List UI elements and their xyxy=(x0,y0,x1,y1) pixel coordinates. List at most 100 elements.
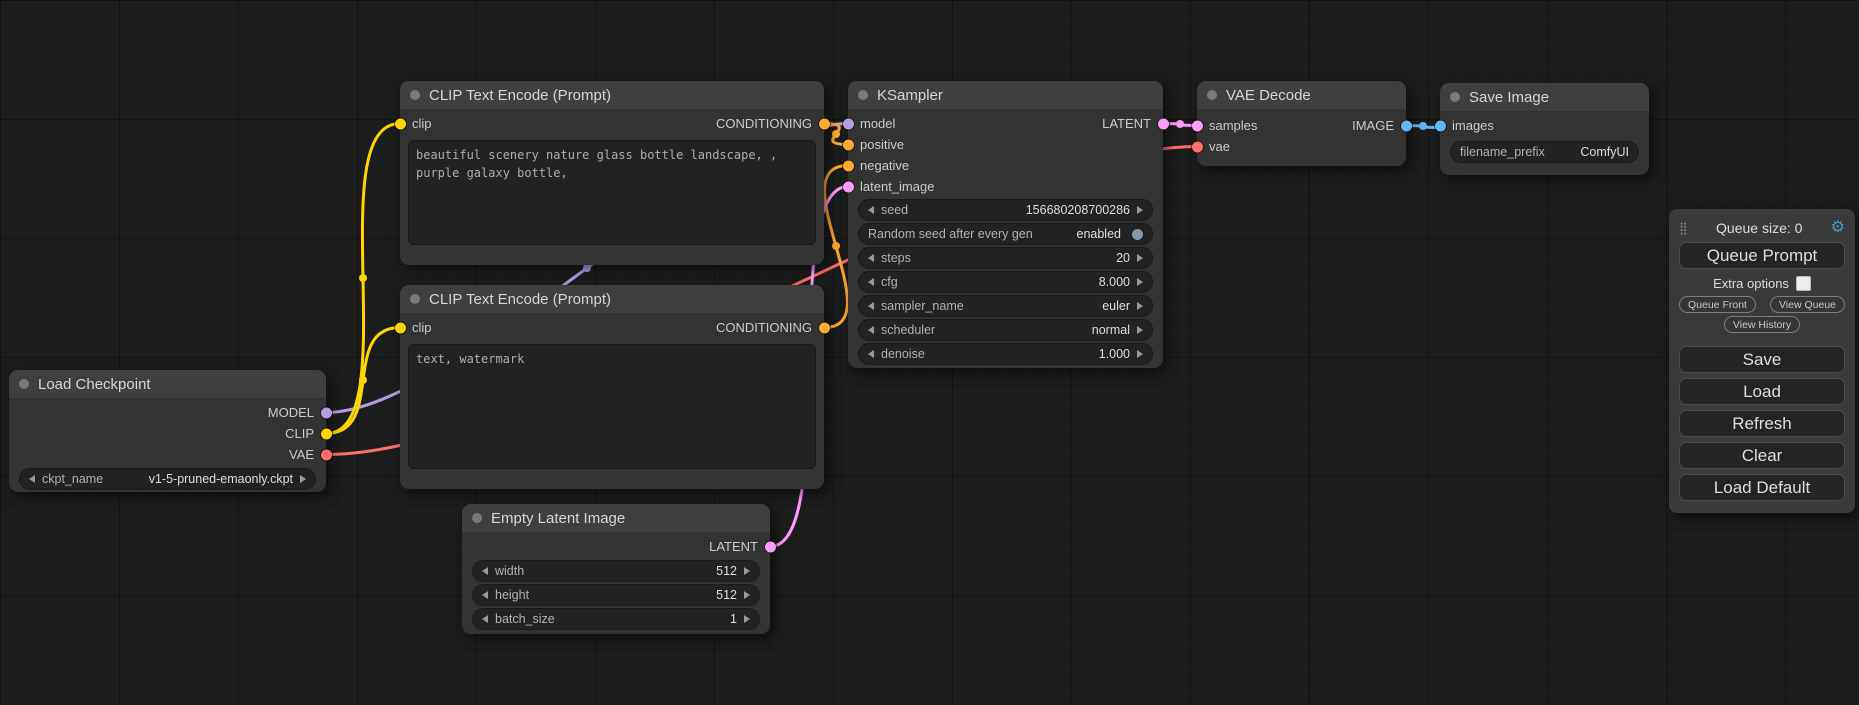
widget-label: scheduler xyxy=(881,323,935,337)
decrement-arrow-icon[interactable] xyxy=(482,591,488,599)
decrement-arrow-icon[interactable] xyxy=(868,206,874,214)
random-seed-widget[interactable]: Random seed after every gen enabled xyxy=(858,223,1153,245)
link-midpoint-dot xyxy=(832,130,840,138)
drag-handle-icon[interactable]: ⣿ xyxy=(1679,221,1688,235)
node-load-checkpoint[interactable]: Load Checkpoint MODEL CLIP VAE ckpt_name… xyxy=(9,370,326,492)
input-label-images: images xyxy=(1452,118,1494,133)
node-vae-decode[interactable]: VAE Decode samples IMAGE vae xyxy=(1197,81,1406,166)
width-widget[interactable]: width 512 xyxy=(472,560,760,582)
height-widget[interactable]: height 512 xyxy=(472,584,760,606)
node-collapse-dot-icon[interactable] xyxy=(472,513,482,523)
decrement-arrow-icon[interactable] xyxy=(868,350,874,358)
decrement-arrow-icon[interactable] xyxy=(482,615,488,623)
port-clip-output[interactable] xyxy=(321,428,332,439)
node-clip-text-encode-positive[interactable]: CLIP Text Encode (Prompt) clip CONDITION… xyxy=(400,81,824,265)
node-collapse-dot-icon[interactable] xyxy=(19,379,29,389)
refresh-button[interactable]: Refresh xyxy=(1679,410,1845,437)
link-midpoint-dot xyxy=(1419,122,1427,130)
decrement-arrow-icon[interactable] xyxy=(482,567,488,575)
node-title: KSampler xyxy=(877,87,943,104)
node-header[interactable]: CLIP Text Encode (Prompt) xyxy=(400,285,824,313)
port-latent-output[interactable] xyxy=(1158,118,1169,129)
node-ksampler[interactable]: KSampler model LATENT positive negative … xyxy=(848,81,1163,368)
increment-arrow-icon[interactable] xyxy=(1137,206,1143,214)
node-header[interactable]: KSampler xyxy=(848,81,1163,109)
clear-button[interactable]: Clear xyxy=(1679,442,1845,469)
input-label-negative: negative xyxy=(860,158,909,173)
port-positive-input[interactable] xyxy=(843,139,854,150)
decrement-arrow-icon[interactable] xyxy=(868,302,874,310)
increment-arrow-icon[interactable] xyxy=(744,591,750,599)
widget-label: cfg xyxy=(881,275,898,289)
port-samples-input[interactable] xyxy=(1192,120,1203,131)
decrement-arrow-icon[interactable] xyxy=(868,326,874,334)
input-label-clip: clip xyxy=(412,320,432,335)
port-model-output[interactable] xyxy=(321,407,332,418)
queue-small-buttons-row: Queue Front View Queue xyxy=(1679,296,1845,313)
node-empty-latent-image[interactable]: Empty Latent Image LATENT width 512 heig… xyxy=(462,504,770,634)
node-collapse-dot-icon[interactable] xyxy=(410,294,420,304)
node-header[interactable]: Load Checkpoint xyxy=(9,370,326,398)
steps-widget[interactable]: steps 20 xyxy=(858,247,1153,269)
prompt-textarea[interactable]: beautiful scenery nature glass bottle la… xyxy=(408,140,816,245)
toggle-indicator-icon[interactable] xyxy=(1132,229,1143,240)
port-conditioning-output[interactable] xyxy=(819,322,830,333)
node-header[interactable]: VAE Decode xyxy=(1197,81,1406,109)
node-collapse-dot-icon[interactable] xyxy=(858,90,868,100)
sampler-name-widget[interactable]: sampler_name euler xyxy=(858,295,1153,317)
queue-prompt-button[interactable]: Queue Prompt xyxy=(1679,242,1845,269)
increment-arrow-icon[interactable] xyxy=(744,615,750,623)
save-button[interactable]: Save xyxy=(1679,346,1845,373)
batch-size-widget[interactable]: batch_size 1 xyxy=(472,608,760,630)
port-clip-input[interactable] xyxy=(395,322,406,333)
increment-arrow-icon[interactable] xyxy=(1137,350,1143,358)
decrement-arrow-icon[interactable] xyxy=(29,475,35,483)
filename-prefix-widget[interactable]: filename_prefix ComfyUI xyxy=(1450,141,1639,163)
load-default-button[interactable]: Load Default xyxy=(1679,474,1845,501)
increment-arrow-icon[interactable] xyxy=(1137,326,1143,334)
port-negative-input[interactable] xyxy=(843,160,854,171)
cfg-widget[interactable]: cfg 8.000 xyxy=(858,271,1153,293)
denoise-widget[interactable]: denoise 1.000 xyxy=(858,343,1153,365)
port-latent-image-input[interactable] xyxy=(843,181,854,192)
increment-arrow-icon[interactable] xyxy=(1137,254,1143,262)
node-header[interactable]: Empty Latent Image xyxy=(462,504,770,532)
ckpt-name-widget[interactable]: ckpt_name v1-5-pruned-emaonly.ckpt xyxy=(19,468,316,490)
increment-arrow-icon[interactable] xyxy=(300,475,306,483)
queue-front-button[interactable]: Queue Front xyxy=(1679,296,1756,313)
slot-row: images xyxy=(1440,115,1649,136)
decrement-arrow-icon[interactable] xyxy=(868,254,874,262)
increment-arrow-icon[interactable] xyxy=(1137,302,1143,310)
graph-canvas[interactable]: Load Checkpoint MODEL CLIP VAE ckpt_name… xyxy=(0,0,1859,705)
port-model-input[interactable] xyxy=(843,118,854,129)
increment-arrow-icon[interactable] xyxy=(1137,278,1143,286)
extra-options-checkbox[interactable] xyxy=(1796,276,1811,291)
port-images-input[interactable] xyxy=(1435,120,1446,131)
port-clip-input[interactable] xyxy=(395,118,406,129)
port-vae-input[interactable] xyxy=(1192,141,1203,152)
prompt-textarea[interactable]: text, watermark xyxy=(408,344,816,469)
slot-row: latent_image xyxy=(848,176,1163,197)
node-collapse-dot-icon[interactable] xyxy=(410,90,420,100)
seed-widget[interactable]: seed 156680208700286 xyxy=(858,199,1153,221)
load-button[interactable]: Load xyxy=(1679,378,1845,405)
gear-icon[interactable]: ⚙ xyxy=(1831,220,1845,236)
view-history-button[interactable]: View History xyxy=(1724,316,1800,333)
input-label-latent-image: latent_image xyxy=(860,179,934,194)
node-collapse-dot-icon[interactable] xyxy=(1450,92,1460,102)
increment-arrow-icon[interactable] xyxy=(744,567,750,575)
port-vae-output[interactable] xyxy=(321,449,332,460)
decrement-arrow-icon[interactable] xyxy=(868,278,874,286)
node-clip-text-encode-negative[interactable]: CLIP Text Encode (Prompt) clip CONDITION… xyxy=(400,285,824,489)
view-queue-button[interactable]: View Queue xyxy=(1770,296,1845,313)
scheduler-widget[interactable]: scheduler normal xyxy=(858,319,1153,341)
port-conditioning-output[interactable] xyxy=(819,118,830,129)
port-latent-output[interactable] xyxy=(765,541,776,552)
port-image-output[interactable] xyxy=(1401,120,1412,131)
node-collapse-dot-icon[interactable] xyxy=(1207,90,1217,100)
widget-label: Random seed after every gen xyxy=(868,227,1033,241)
node-save-image[interactable]: Save Image images filename_prefix ComfyU… xyxy=(1440,83,1649,175)
output-label-conditioning: CONDITIONING xyxy=(716,320,812,335)
node-header[interactable]: CLIP Text Encode (Prompt) xyxy=(400,81,824,109)
node-header[interactable]: Save Image xyxy=(1440,83,1649,111)
